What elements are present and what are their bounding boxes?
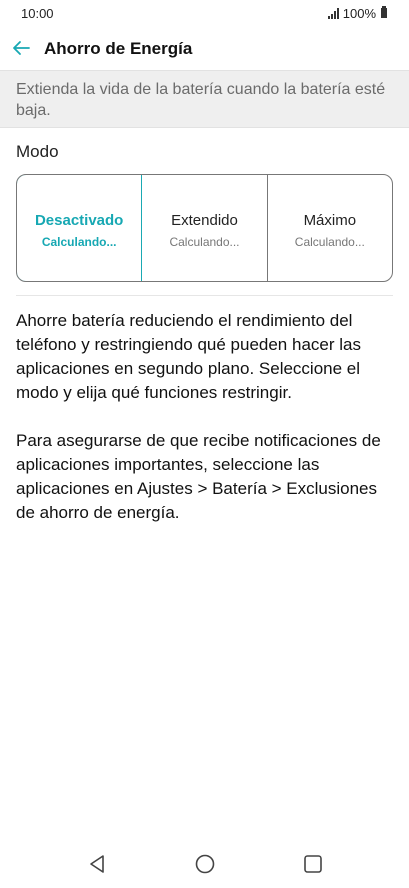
status-indicators: 100% bbox=[327, 5, 387, 21]
description-paragraph: Ahorre batería reduciendo el rendimiento… bbox=[16, 311, 361, 402]
app-bar: Ahorro de Energía bbox=[0, 30, 409, 68]
mode-option-name: Desactivado bbox=[34, 212, 124, 229]
battery-icon bbox=[381, 5, 387, 18]
info-banner-text: Extienda la vida de la batería cuando la… bbox=[16, 81, 386, 119]
description: Ahorre batería reduciendo el rendimiento… bbox=[16, 309, 400, 549]
mode-option-desactivado[interactable]: Desactivado Calculando... bbox=[17, 175, 143, 281]
nav-home-icon[interactable] bbox=[193, 852, 217, 876]
navigation-bar bbox=[0, 838, 409, 888]
mode-option-extendido[interactable]: Extendido Calculando... bbox=[142, 175, 268, 281]
signal-icon bbox=[327, 8, 340, 19]
mode-option-name: Extendido bbox=[171, 212, 238, 229]
mode-option-status: Calculando... bbox=[41, 235, 117, 249]
mode-option-name: Máximo bbox=[303, 212, 357, 229]
mode-option-status: Calculando... bbox=[294, 235, 365, 249]
info-banner: Extienda la vida de la batería cuando la… bbox=[0, 70, 409, 128]
back-arrow-icon[interactable] bbox=[9, 36, 33, 60]
divider bbox=[16, 295, 393, 296]
nav-recents-icon[interactable] bbox=[301, 852, 325, 876]
mode-option-status: Calculando... bbox=[169, 235, 240, 249]
mode-selector: Desactivado Calculando... Extendido Calc… bbox=[16, 174, 393, 282]
mode-option-maximo[interactable]: Máximo Calculando... bbox=[268, 175, 392, 281]
page-title: Ahorro de Energía bbox=[44, 39, 193, 58]
status-bar: 10:00 100% bbox=[0, 0, 409, 30]
battery-percentage: 100% bbox=[342, 6, 376, 21]
description-paragraph: Para asegurarse de que recibe notificaci… bbox=[16, 431, 381, 522]
status-time: 10:00 bbox=[21, 6, 54, 21]
mode-label: Modo bbox=[16, 142, 59, 161]
nav-back-icon[interactable] bbox=[85, 852, 109, 876]
